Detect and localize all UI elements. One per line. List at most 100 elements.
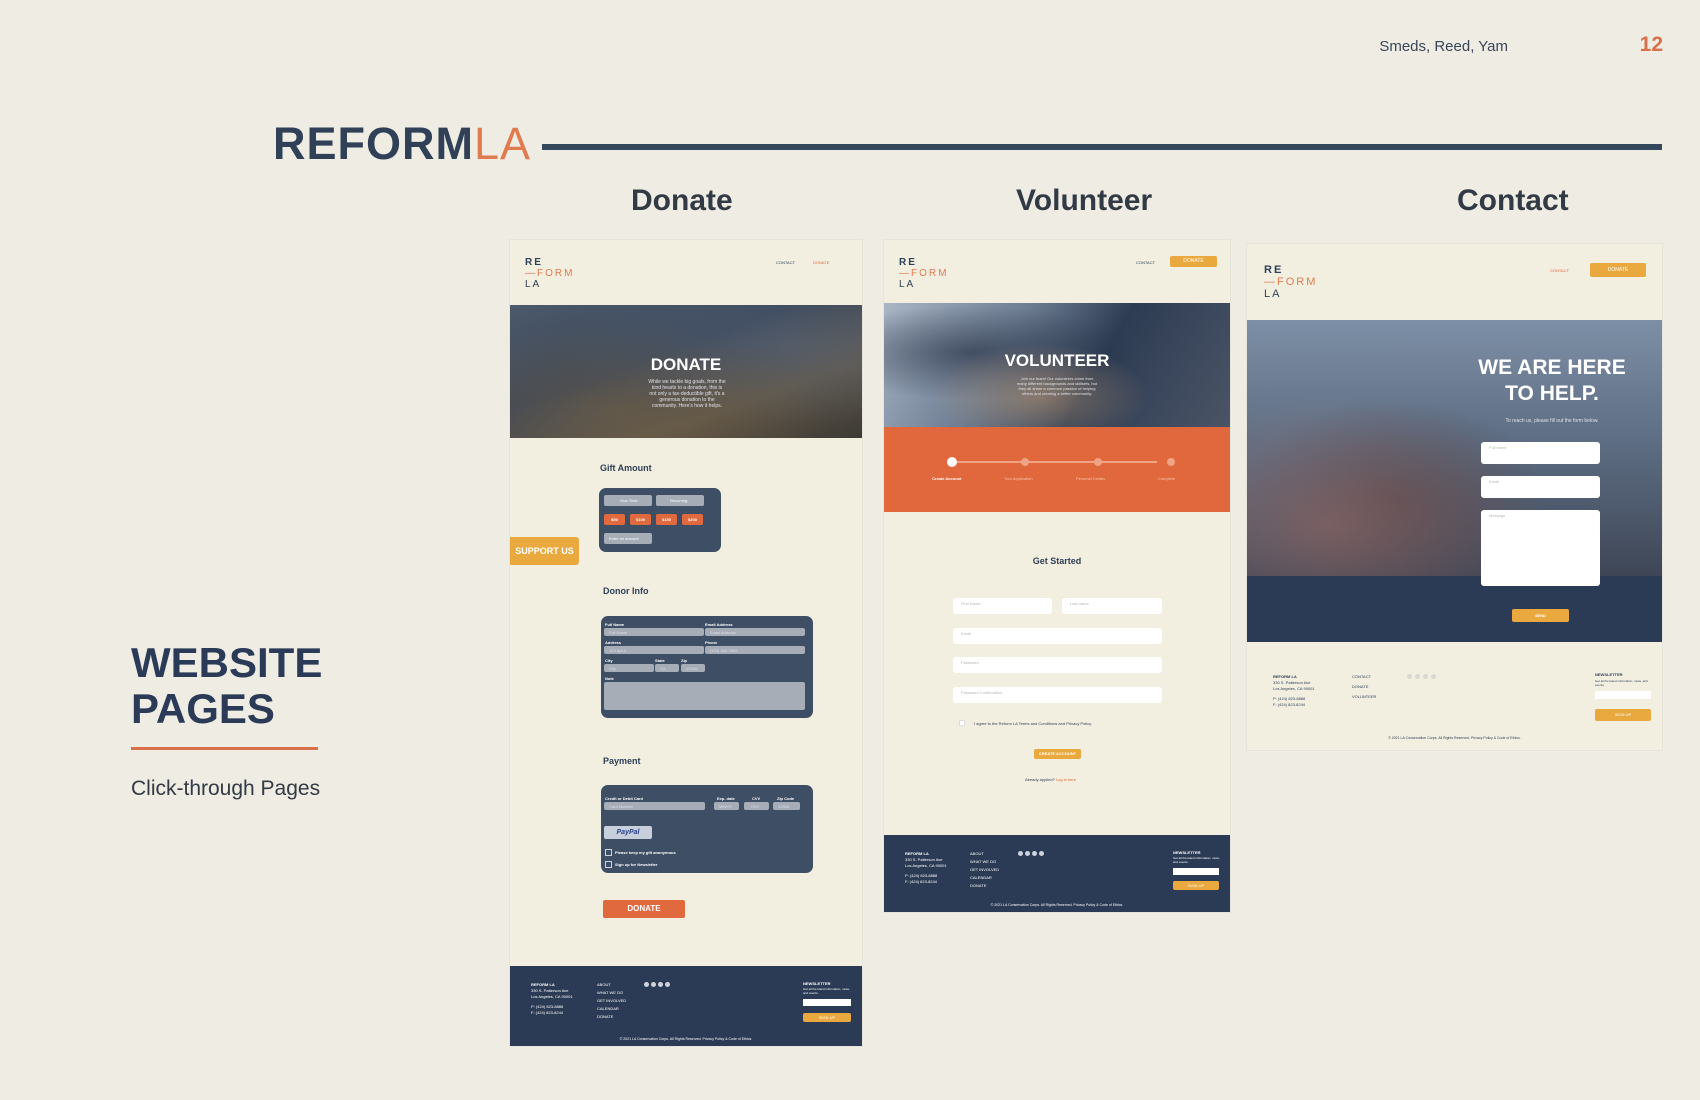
agree-checkbox[interactable] [959,720,965,726]
amount-button[interactable]: $100 [630,514,651,525]
youtube-icon[interactable] [1431,674,1436,679]
password-confirm-input[interactable]: Password Confirmation [953,687,1162,703]
footer-link[interactable]: VOLUNTEER [1352,694,1376,700]
instagram-icon[interactable] [1032,851,1037,856]
step-dot-active[interactable] [947,457,957,467]
footer-link[interactable]: WHAT WE DO [970,859,996,865]
first-name-input[interactable]: First Name [953,598,1052,614]
field-label: Zip Code [777,796,795,801]
paypal-button[interactable]: PayPal [604,826,652,839]
footer-link[interactable]: GET INVOLVED [597,998,626,1004]
gift-tab-recurring[interactable]: Recurring [656,495,704,506]
phone-input[interactable]: (123) 456-7890 [705,646,805,654]
placeholder: MM/YY [719,804,733,809]
nav-donate-button[interactable]: DONATE [1170,256,1217,267]
twitter-icon[interactable] [1415,674,1420,679]
exp-date-input[interactable]: MM/YY [714,802,739,810]
footer-link[interactable]: CALENDAR [970,875,992,881]
instagram-icon[interactable] [1423,674,1428,679]
newsletter-signup-button[interactable]: SIGN UP [1173,881,1219,890]
newsletter-signup-button[interactable]: SIGN UP [1595,709,1651,721]
logo-line-3: LA [525,279,542,290]
youtube-icon[interactable] [665,982,670,987]
address-input[interactable]: 123 Apt A [604,646,704,654]
newsletter-email-input[interactable] [803,999,851,1006]
anonymous-checkbox[interactable] [605,849,612,856]
last-name-input[interactable]: Last name [1062,598,1162,614]
field-label: Email Address [705,622,733,627]
newsletter-email-input[interactable] [1173,868,1219,875]
footer-link[interactable]: DONATE [1352,684,1368,690]
state-input[interactable]: CA [655,664,679,672]
already-applied-text: Already applied? Log in here [1025,777,1076,782]
newsletter-text: Get all the latest information, news, an… [1595,679,1648,687]
nav-contact[interactable]: CONTACT [1550,268,1569,273]
donate-submit-button[interactable]: DONATE [603,900,685,918]
facebook-icon[interactable] [1018,851,1023,856]
footer-link[interactable]: CALENDAR [597,1006,619,1012]
step-dot[interactable] [1021,458,1029,466]
newsletter-checkbox[interactable] [605,861,612,868]
logo-line-2: —FORM [1264,276,1318,288]
gift-amount-card: One-Time Recurring $50 $100 $150 $200 En… [599,488,721,552]
facebook-icon[interactable] [1407,674,1412,679]
email-input[interactable]: Email [1481,476,1600,498]
password-input[interactable]: Password [953,657,1162,673]
twitter-icon[interactable] [651,982,656,987]
column-title-contact: Contact [1457,184,1569,217]
card-zip-input[interactable]: 12345 [773,802,800,810]
footer-link[interactable]: WHAT WE DO [597,990,623,996]
site-logo[interactable]: RE —FORM LA [525,257,574,290]
full-name-input[interactable]: Full name [1481,442,1600,464]
email-input[interactable]: Email Address [705,628,805,636]
email-input[interactable]: Email [953,628,1162,644]
twitter-icon[interactable] [1025,851,1030,856]
cvv-input[interactable]: CVV [744,802,769,810]
field-label: State [655,658,665,663]
instagram-icon[interactable] [658,982,663,987]
other-amount-input[interactable]: Enter an amount [604,533,652,544]
hero-text: While we tackle big goals, from the kind… [648,379,726,409]
city-input[interactable]: City [604,664,654,672]
nav-donate-button[interactable]: DONATE [1590,263,1646,277]
footer-link[interactable]: ABOUT [970,851,984,857]
amount-button[interactable]: $200 [682,514,703,525]
login-link[interactable]: Log in here [1056,777,1076,782]
message-textarea[interactable]: Message [1481,510,1600,586]
card-number-input[interactable]: Card Number [604,802,705,810]
newsletter-signup-button[interactable]: SIGN UP [803,1013,851,1022]
footer-link[interactable]: GET INVOLVED [970,867,999,873]
newsletter-text: Get all the latest information, news, an… [1173,856,1220,864]
facebook-icon[interactable] [644,982,649,987]
section-rule [131,747,318,750]
newsletter-email-input[interactable] [1595,691,1651,699]
footer-link[interactable]: DONATE [597,1014,613,1020]
nav-donate[interactable]: DONATE [813,260,829,265]
site-logo[interactable]: RE —FORM LA [899,257,948,290]
amount-button[interactable]: $50 [604,514,625,525]
amount-button[interactable]: $150 [656,514,677,525]
support-us-tab[interactable]: SUPPORT US [510,537,579,565]
placeholder: 12345 [686,666,698,671]
send-button[interactable]: SEND [1512,609,1569,622]
note-textarea[interactable] [604,682,805,710]
section-subtitle: Click-through Pages [131,777,321,800]
zip-input[interactable]: 12345 [681,664,705,672]
nav-contact[interactable]: CONTACT [1136,260,1155,265]
create-account-button[interactable]: CREATE ACCOUNT [1034,749,1081,759]
gift-tab-one-time[interactable]: One-Time [604,495,652,506]
get-started-heading: Get Started [1032,556,1082,566]
site-logo[interactable]: RE —FORM LA [1264,264,1317,300]
footer-link[interactable]: CONTACT [1352,674,1371,680]
donate-page-mockup: RE —FORM LA CONTACT DONATE DONATE While … [510,240,862,1046]
placeholder: 123 Apt A [609,648,627,653]
logo-line-2: —FORM [525,268,575,279]
youtube-icon[interactable] [1039,851,1044,856]
footer-link[interactable]: DONATE [970,883,986,889]
logo-line-1: RE [899,257,917,268]
step-dot[interactable] [1094,458,1102,466]
full-name-input[interactable]: Full Name [604,628,704,636]
step-dot[interactable] [1167,458,1175,466]
footer-link[interactable]: ABOUT [597,982,611,988]
nav-contact[interactable]: CONTACT [776,260,795,265]
